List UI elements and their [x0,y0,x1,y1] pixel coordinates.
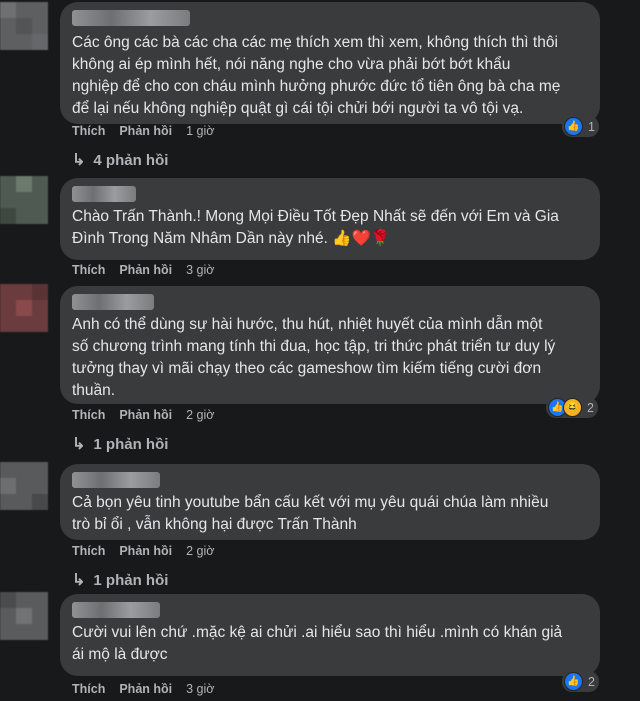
comment-actions: Thích Phản hồi 3 giờ [72,682,228,696]
avatar[interactable] [0,176,48,224]
like-button[interactable]: Thích [72,682,105,696]
reaction-count: 2 [587,400,594,415]
view-replies-button[interactable]: ↳ 1 phản hồi [72,570,168,590]
replies-count: 4 phản hồi [93,151,169,169]
comment-time[interactable]: 2 giờ [186,408,214,422]
reply-arrow-icon: ↳ [72,436,86,453]
comment-text: Cười vui lên chứ .mặc kệ ai chửi .ai hiể… [72,624,563,663]
commenter-name[interactable] [72,10,190,26]
like-button[interactable]: Thích [72,263,105,277]
reply-arrow-icon: ↳ [72,152,86,169]
replies-count: 1 phản hồi [93,435,169,453]
comment-time[interactable]: 2 giờ [186,544,214,558]
like-button[interactable]: Thích [72,544,105,558]
commenter-name[interactable] [72,472,160,488]
reaction-summary[interactable]: 👍 1 [562,116,599,137]
comment-actions: Thích Phản hồi 2 giờ [72,408,228,422]
comment-bubble: Anh có thể dùng sự hài hước, thu hút, nh… [60,286,600,404]
like-button[interactable]: Thích [72,124,105,138]
commenter-name[interactable] [72,294,154,310]
comment-bubble: Các ông các bà các cha các mẹ thích xem … [60,2,600,124]
avatar[interactable] [0,592,48,640]
replies-count: 1 phản hồi [93,571,169,589]
like-icon: 👍 [564,117,583,136]
reaction-summary[interactable]: 👍 😆 2 [546,397,598,418]
reply-button[interactable]: Phản hồi [119,263,172,277]
comment-time[interactable]: 1 giờ [186,124,214,138]
reply-button[interactable]: Phản hồi [119,124,172,138]
comment-actions: Thích Phản hồi 1 giờ [72,124,228,138]
avatar[interactable] [0,2,48,50]
avatar[interactable] [0,284,48,332]
like-button[interactable]: Thích [72,408,105,422]
like-icon: 👍 [564,672,583,691]
comment-text: Cả bọn yêu tinh youtube bẩn cấu kết với … [72,494,549,533]
reply-arrow-icon: ↳ [72,572,86,589]
reply-button[interactable]: Phản hồi [119,544,172,558]
comment-time[interactable]: 3 giờ [186,682,214,696]
comment-bubble: Chào Trấn Thành.! Mong Mọi Điều Tốt Đẹp … [60,178,600,260]
comment-text: Chào Trấn Thành.! Mong Mọi Điều Tốt Đẹp … [72,208,559,247]
view-replies-button[interactable]: ↳ 4 phản hồi [72,150,168,170]
comment-actions: Thích Phản hồi 3 giờ [72,263,228,277]
comment-bubble: Cả bọn yêu tinh youtube bẩn cấu kết với … [60,464,600,540]
comment-text: Các ông các bà các cha các mẹ thích xem … [72,34,561,117]
comment-time[interactable]: 3 giờ [186,263,214,277]
commenter-name[interactable] [72,602,160,618]
reaction-summary[interactable]: 👍 2 [562,671,599,692]
commenter-name[interactable] [72,186,136,202]
reaction-count: 2 [588,674,595,689]
reply-button[interactable]: Phản hồi [119,408,172,422]
comment-actions: Thích Phản hồi 2 giờ [72,544,228,558]
comment-bubble: Cười vui lên chứ .mặc kệ ai chửi .ai hiể… [60,594,600,676]
reply-button[interactable]: Phản hồi [119,682,172,696]
reaction-count: 1 [588,119,595,134]
comment-text: Anh có thể dùng sự hài hước, thu hút, nh… [72,316,556,399]
haha-icon: 😆 [563,398,582,417]
view-replies-button[interactable]: ↳ 1 phản hồi [72,434,168,454]
avatar[interactable] [0,462,48,510]
